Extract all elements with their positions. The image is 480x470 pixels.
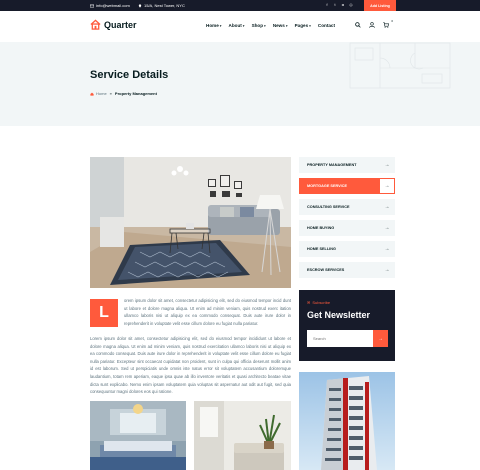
service-main-image xyxy=(90,157,291,288)
arrow-right-icon: → xyxy=(384,162,390,168)
service-paragraph-1: orem ipsum dolor sit amet, consectetur a… xyxy=(124,298,291,326)
nav-about-label: About xyxy=(228,23,242,28)
user-icon xyxy=(369,22,375,28)
topbar-email-text: info@webmail.com xyxy=(96,3,130,8)
breadcrumb-separator: » xyxy=(109,91,112,96)
breadcrumb: Home » Property Management xyxy=(90,91,157,96)
facebook-icon[interactable]: f xyxy=(325,3,329,7)
chevron-down-icon: ▾ xyxy=(219,23,222,28)
gallery-image-lounge xyxy=(194,401,291,470)
home-icon xyxy=(90,92,94,96)
gallery-image-bedroom xyxy=(90,401,186,470)
lounge-photo xyxy=(194,401,291,470)
page-banner: Service Details Home » Property Manageme… xyxy=(0,42,480,126)
service-label: CONSULTING SERVICE xyxy=(307,205,350,209)
service-item-escrow-services[interactable]: ESCROW SERVICES → xyxy=(299,262,395,278)
arrow-right-icon: → xyxy=(384,246,390,252)
nav-shop-label: Shop xyxy=(251,23,264,28)
page-title: Service Details xyxy=(90,69,169,81)
arrow-right-icon: → xyxy=(384,204,390,210)
search-button[interactable] xyxy=(352,19,364,31)
nav-contact[interactable]: Contact xyxy=(318,23,335,28)
cart-count-badge: 0 xyxy=(391,19,393,23)
nav-news[interactable]: News ▾ xyxy=(273,23,288,28)
bedroom-photo xyxy=(90,401,186,470)
cart-button[interactable]: 0 xyxy=(380,19,393,31)
service-label: HOME SELLING xyxy=(307,247,336,251)
service-item-home-buying[interactable]: HOME BUYING → xyxy=(299,220,395,236)
chevron-down-icon: ▾ xyxy=(309,23,311,28)
service-item-consulting-service[interactable]: CONSULTING SERVICE → xyxy=(299,199,395,215)
logo-text: Quarter xyxy=(104,19,137,30)
account-button[interactable] xyxy=(366,19,378,31)
nav-contact-label: Contact xyxy=(317,23,336,28)
search-icon xyxy=(355,22,361,28)
arrow-right-icon: → xyxy=(384,225,390,231)
dropcap-letter: L xyxy=(90,299,118,327)
building-photo xyxy=(299,372,395,470)
add-listing-button[interactable]: Add Listing xyxy=(364,0,396,11)
social-links: f t ◘ ◎ xyxy=(325,3,353,7)
service-label: PROPERTY MANAGEMENT xyxy=(307,163,357,167)
newsletter-widget: ✉ Subscribe Get Newsletter → xyxy=(299,290,395,361)
service-item-home-selling[interactable]: HOME SELLING → xyxy=(299,241,395,257)
chevron-down-icon: ▾ xyxy=(264,23,266,28)
nav-home-label: Home xyxy=(206,23,219,28)
newsletter-subtitle-text: Subscribe xyxy=(312,300,331,305)
topbar-address: 15/A, Nest Tower, NYC xyxy=(138,3,185,8)
main-nav: Home ▾ About ▾ Shop ▾ News ▾ Pages ▾ Contact xyxy=(206,23,335,28)
nav-pages-label: Pages xyxy=(294,23,309,28)
blueprint-decoration xyxy=(349,42,451,89)
top-bar: info@webmail.com 15/A, Nest Tower, NYC f… xyxy=(0,0,480,11)
house-logo-icon xyxy=(90,19,101,30)
newsletter-subtitle: ✉ Subscribe xyxy=(307,300,330,305)
instagram-icon[interactable]: ◘ xyxy=(341,3,345,7)
service-item-property-management[interactable]: PROPERTY MANAGEMENT → xyxy=(299,157,395,173)
newsletter-title: Get Newsletter xyxy=(307,310,371,320)
mail-icon xyxy=(90,4,94,7)
newsletter-submit-button[interactable]: → xyxy=(373,330,388,347)
nav-pages[interactable]: Pages ▾ xyxy=(295,23,311,28)
topbar-email[interactable]: info@webmail.com xyxy=(90,3,130,8)
location-pin-icon xyxy=(138,3,142,8)
breadcrumb-current: Property Management xyxy=(114,91,157,96)
cart-icon xyxy=(383,22,389,28)
breadcrumb-home-label: Home xyxy=(96,91,107,96)
topbar-address-text: 15/A, Nest Tower, NYC xyxy=(144,3,185,8)
nav-shop[interactable]: Shop ▾ xyxy=(252,23,266,28)
header-actions: 0 xyxy=(352,19,393,31)
nav-home[interactable]: Home ▾ xyxy=(206,23,222,28)
arrow-right-icon: → xyxy=(384,267,390,273)
breadcrumb-home[interactable]: Home xyxy=(90,91,107,96)
service-item-mortgage-service[interactable]: MORTGAGE SERVICE → xyxy=(299,178,395,194)
sidebar-building-image xyxy=(299,372,395,470)
service-label: MORTGAGE SERVICE xyxy=(307,184,348,188)
nav-news-label: News xyxy=(272,23,285,28)
newsletter-input[interactable] xyxy=(307,330,373,347)
service-paragraph-2: Lorem ipsum dolor sit amet, consectetur … xyxy=(90,336,291,395)
dribbble-icon[interactable]: ◎ xyxy=(349,3,353,7)
service-label: ESCROW SERVICES xyxy=(307,268,345,272)
chevron-down-icon: ▾ xyxy=(285,23,288,28)
arrow-right-icon: → xyxy=(378,335,383,342)
envelope-icon: ✉ xyxy=(307,300,311,305)
chevron-down-icon: ▾ xyxy=(242,23,245,28)
twitter-icon[interactable]: t xyxy=(333,3,337,7)
service-label: HOME BUYING xyxy=(307,226,335,230)
living-room-photo xyxy=(90,157,291,288)
main-header: Quarter Home ▾ About ▾ Shop ▾ News ▾ Pages ▾ … xyxy=(0,11,480,42)
nav-about[interactable]: About ▾ xyxy=(229,23,245,28)
site-logo[interactable]: Quarter xyxy=(90,19,137,30)
arrow-right-icon: → xyxy=(380,179,394,193)
